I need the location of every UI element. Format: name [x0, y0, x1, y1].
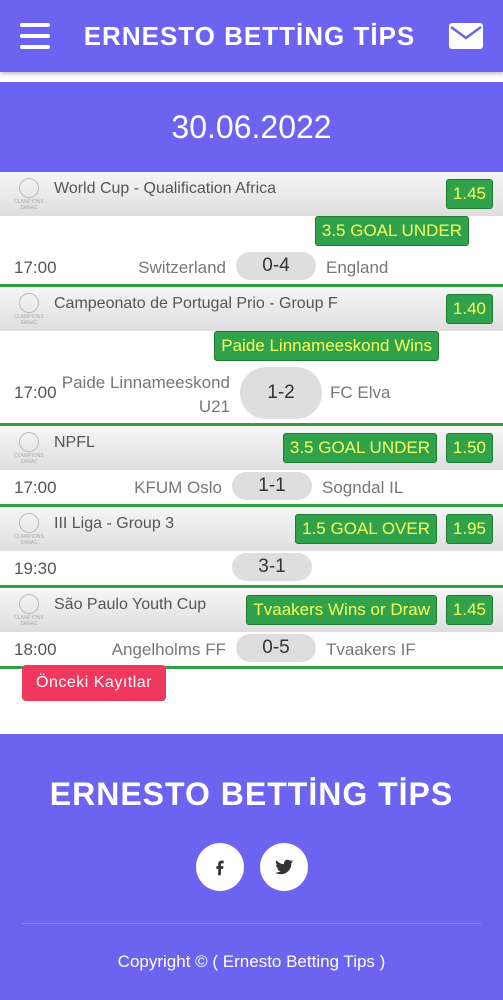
score-row: 17:00 KFUM Oslo 1-1 Sogndal IL	[0, 472, 503, 504]
match-time: 17:00	[14, 478, 57, 497]
app-header: ERNESTO BETTİNG TİPS	[0, 0, 503, 72]
match-score: 0-5	[236, 634, 316, 662]
twitter-icon[interactable]	[259, 843, 308, 891]
score-row: 17:00 Paide Linnameeskond U21 1-2 FC Elv…	[0, 367, 503, 423]
home-team: Switzerland	[138, 258, 226, 277]
league-name: São Paulo Youth Cup	[54, 596, 207, 613]
envelope-icon[interactable]	[449, 23, 483, 49]
copyright-text: Copyright © ( Ernesto Betting Tips )	[117, 952, 386, 971]
league-logo: CLAMPIONS SANAC	[10, 509, 48, 549]
match-score: 3-1	[232, 553, 312, 581]
footer-divider	[22, 923, 481, 924]
odds-badge: 1.95	[445, 514, 493, 544]
score-row: 19:30 3-1	[0, 553, 503, 585]
facebook-icon[interactable]	[195, 843, 244, 891]
league-name: Campeonato de Portugal Prio - Group F	[54, 295, 338, 312]
league-row: CLAMPIONS SANAC NPFL 3.5 GOAL UNDER 1.50	[0, 426, 503, 470]
tip-badge: Tvaakers Wins or Draw	[246, 595, 437, 625]
league-row: CLAMPIONS SANAC Campeonato de Portugal P…	[0, 287, 503, 331]
footer: ERNESTO BETTİNG TİPS Copyright © ( Ernes…	[0, 734, 503, 1000]
score-row: 18:00 Angelholms FF 0-5 Tvaakers IF	[0, 634, 503, 666]
match-score: 1-1	[232, 472, 312, 500]
league-logo: CLAMPIONS SANAC	[10, 590, 48, 630]
tip-badge: Paide Linnameeskond Wins	[214, 331, 439, 361]
away-team: Sogndal IL	[322, 478, 404, 497]
league-logo: CLAMPIONS SANAC	[10, 428, 48, 468]
home-team: KFUM Oslo	[134, 478, 222, 497]
tip-row: Paide Linnameeskond Wins	[0, 331, 503, 367]
pagination-area: Önceki Kayıtlar	[0, 665, 503, 741]
league-name: World Cup - Qualification Africa	[54, 180, 277, 197]
league-logo: CLAMPIONS SANAC	[10, 289, 48, 329]
hamburger-icon[interactable]	[20, 23, 50, 49]
tip-row: 3.5 GOAL UNDER	[0, 216, 503, 252]
match-card: CLAMPIONS SANAC III Liga - Group 3 1.5 G…	[0, 507, 503, 588]
odds-badge: 1.45	[445, 179, 493, 209]
home-team: Paide Linnameeskond U21	[61, 373, 230, 416]
odds-badge: 1.50	[445, 433, 493, 463]
tip-badge: 1.5 GOAL OVER	[295, 514, 437, 544]
home-team: Angelholms FF	[111, 640, 226, 659]
odds-badge: 1.40	[445, 294, 493, 324]
league-logo: CLAMPIONS SANAC	[10, 174, 48, 214]
league-row: CLAMPIONS SANAC São Paulo Youth Cup Tvaa…	[0, 588, 503, 632]
tip-badge: 3.5 GOAL UNDER	[314, 216, 469, 246]
away-team: FC Elva	[330, 383, 391, 402]
match-card: CLAMPIONS SANAC Campeonato de Portugal P…	[0, 287, 503, 426]
match-card: CLAMPIONS SANAC São Paulo Youth Cup Tvaa…	[0, 588, 503, 669]
match-time: 17:00	[14, 258, 57, 277]
social-links	[0, 843, 503, 891]
date-label: 30.06.2022	[171, 108, 332, 145]
tip-badge: 3.5 GOAL UNDER	[282, 433, 437, 463]
league-name: III Liga - Group 3	[54, 515, 175, 532]
match-card: CLAMPIONS SANAC NPFL 3.5 GOAL UNDER 1.50…	[0, 426, 503, 507]
score-row: 17:00 Switzerland 0-4 England	[0, 252, 503, 284]
league-name: NPFL	[54, 434, 95, 451]
away-team: Tvaakers IF	[326, 640, 416, 659]
away-team: England	[326, 258, 389, 277]
odds-badge: 1.45	[445, 595, 493, 625]
league-row: CLAMPIONS SANAC World Cup - Qualificatio…	[0, 172, 503, 216]
brand-title[interactable]: ERNESTO BETTİNG TİPS	[84, 21, 416, 52]
date-banner: 30.06.2022	[0, 82, 503, 172]
match-time: 19:30	[14, 559, 57, 578]
match-time: 18:00	[14, 640, 57, 659]
footer-title: ERNESTO BETTİNG TİPS	[49, 776, 454, 812]
league-row: CLAMPIONS SANAC III Liga - Group 3 1.5 G…	[0, 507, 503, 551]
match-score: 1-2	[240, 367, 322, 419]
match-card: CLAMPIONS SANAC World Cup - Qualificatio…	[0, 172, 503, 287]
previous-records-button[interactable]: Önceki Kayıtlar	[22, 665, 166, 701]
match-score: 0-4	[236, 252, 316, 280]
